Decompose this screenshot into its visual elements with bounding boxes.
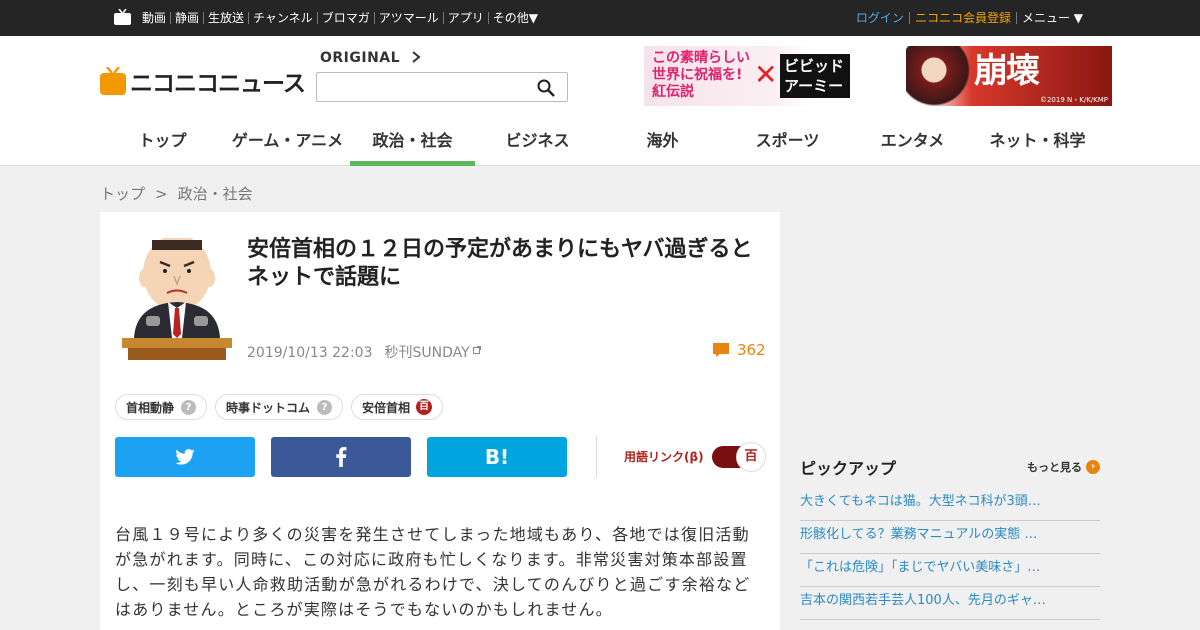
dic-icon: 百 xyxy=(416,399,433,415)
site-header: ニコニコニュース ORIGINAL この素晴らしい世界に祝福を!紅伝説 ✕ ビビ… xyxy=(0,36,1200,166)
nav-tab-politics-society[interactable]: 政治・社会 xyxy=(350,126,475,166)
ad-banner[interactable]: この素晴らしい世界に祝福を!紅伝説 ✕ ビビッドアーミー 崩壊 ©2019 N・… xyxy=(644,46,1112,106)
arrow-right-icon: › xyxy=(1086,460,1100,474)
tag-label: 安倍首相 xyxy=(362,400,411,415)
service-link-seiga[interactable]: 静画 xyxy=(170,12,203,24)
top-bar: 動画 静画 生放送 チャンネル ブロマガ アツマール アプリ その他▼ ログイン… xyxy=(0,0,1200,36)
tag-list: 首相動静? 時事ドットコム? 安倍首相百 xyxy=(115,394,451,420)
twitter-share-button[interactable] xyxy=(115,437,255,477)
article-body: 台風１９号により多くの災害を発生させてしまった地域もあり、各地では復旧活動が急が… xyxy=(115,525,751,619)
nav-tab-game-anime[interactable]: ゲーム・アニメ xyxy=(225,126,350,166)
comment-count: 362 xyxy=(737,341,766,359)
question-icon: ? xyxy=(181,399,197,415)
article-thumbnail-image[interactable] xyxy=(122,238,232,360)
dic-icon: 百 xyxy=(736,442,766,472)
pickup-more-link[interactable]: もっと見る › xyxy=(1027,459,1100,475)
hatena-icon: B! xyxy=(484,445,510,469)
nav-tab-overseas[interactable]: 海外 xyxy=(600,126,725,166)
article-title: 安倍首相の１２日の予定があまりにもヤバ過ぎるとネットで話題に xyxy=(247,237,753,290)
search-input[interactable] xyxy=(317,73,527,101)
service-link-other[interactable]: その他▼ xyxy=(487,12,542,24)
nav-tab-net-science[interactable]: ネット・科学 xyxy=(975,126,1100,166)
hatena-bookmark-button[interactable]: B! xyxy=(427,437,567,477)
question-icon: ? xyxy=(317,399,333,415)
register-link[interactable]: ニコニコ会員登録 xyxy=(908,12,1016,24)
article-source-link[interactable]: 秒刊SUNDAY xyxy=(385,345,481,361)
article-source: 秒刊SUNDAY xyxy=(384,345,470,361)
service-link-channel[interactable]: チャンネル xyxy=(248,12,317,24)
breadcrumb-home[interactable]: トップ xyxy=(100,185,145,203)
breadcrumb: トップ > 政治・社会 xyxy=(100,183,253,204)
original-link[interactable]: ORIGINAL xyxy=(320,50,422,66)
external-link-icon xyxy=(472,346,481,354)
pickup-item[interactable]: 吉本の関西若手芸人100人、先月のギャ… xyxy=(800,587,1100,620)
breadcrumb-current[interactable]: 政治・社会 xyxy=(178,185,253,203)
term-link-label: 用語リンク(β) xyxy=(624,450,704,464)
tag-chip[interactable]: 安倍首相百 xyxy=(351,394,444,420)
site-logo[interactable]: ニコニコニュース xyxy=(100,64,306,98)
banner-left-text: この素晴らしい世界に祝福を!紅伝説 xyxy=(652,50,750,100)
banner-character-image xyxy=(906,46,976,106)
nav-tab-entame[interactable]: エンタメ xyxy=(850,126,975,166)
account-links: ログイン ニコニコ会員登録 メニュー ▼ xyxy=(851,0,1088,36)
more-label: もっと見る xyxy=(1027,461,1082,474)
pickup-item[interactable]: 形骸化してる？業務マニュアルの実態 … xyxy=(800,521,1100,554)
article-card: 安倍首相の１２日の予定があまりにもヤバ過ぎるとネットで話題に 2019/10/1… xyxy=(100,212,780,630)
banner-cross: ✕ xyxy=(754,58,778,91)
service-link-atsumaru[interactable]: アツマール xyxy=(373,12,443,24)
login-link[interactable]: ログイン xyxy=(851,12,909,24)
article-date: 2019/10/13 22:03 xyxy=(247,345,373,361)
menu-dropdown[interactable]: メニュー ▼ xyxy=(1015,12,1088,24)
tag-label: 首相動静 xyxy=(126,400,175,415)
facebook-icon xyxy=(336,447,347,467)
nav-tab-business[interactable]: ビジネス xyxy=(475,126,600,166)
comment-icon xyxy=(713,343,729,357)
pickup-item[interactable]: 大きくてもネコは猫。大型ネコ科が3頭… xyxy=(800,488,1100,521)
comment-count-link[interactable]: 362 xyxy=(713,341,766,359)
breadcrumb-separator: > xyxy=(155,185,168,203)
search-icon[interactable] xyxy=(537,79,555,97)
chevron-right-icon xyxy=(412,51,422,63)
banner-copyright: ©2019 N・K/K/KMP xyxy=(1039,96,1108,104)
service-link-app[interactable]: アプリ xyxy=(442,12,488,24)
tag-chip[interactable]: 首相動静? xyxy=(115,394,208,420)
service-link-live[interactable]: 生放送 xyxy=(203,12,248,24)
nav-tab-top[interactable]: トップ xyxy=(100,126,225,166)
search-box xyxy=(316,72,568,102)
service-links: 動画 静画 生放送 チャンネル ブロマガ アツマール アプリ その他▼ xyxy=(138,0,542,36)
pickup-item[interactable]: 「これは危険」「まじでヤバい美味さ」… xyxy=(800,554,1100,587)
tag-chip[interactable]: 時事ドットコム? xyxy=(215,394,344,420)
tag-label: 時事ドットコム xyxy=(226,400,311,415)
service-link-video[interactable]: 動画 xyxy=(138,12,170,24)
banner-right-text: 崩壊 xyxy=(974,51,1040,91)
nav-tab-sports[interactable]: スポーツ xyxy=(725,126,850,166)
pickup-title: ピックアップ xyxy=(800,459,897,478)
logo-text: ニコニコニュース xyxy=(130,71,306,97)
share-divider xyxy=(596,436,597,478)
logo-tv-icon xyxy=(100,67,126,95)
niconico-tv-icon[interactable] xyxy=(114,9,131,25)
pickup-section: ピックアップ もっと見る › 大きくてもネコは猫。大型ネコ科が3頭… 形骸化してる… xyxy=(800,456,1100,620)
pickup-header: ピックアップ もっと見る › xyxy=(800,456,1100,478)
facebook-share-button[interactable] xyxy=(271,437,411,477)
term-link-toggle[interactable]: 百 xyxy=(712,442,766,472)
service-link-blomaga[interactable]: ブロマガ xyxy=(316,12,374,24)
article-meta: 2019/10/13 22:03 秒刊SUNDAY xyxy=(247,342,481,362)
category-nav: トップ ゲーム・アニメ 政治・社会 ビジネス 海外 スポーツ エンタメ ネット・… xyxy=(100,126,1100,166)
original-label: ORIGINAL xyxy=(320,50,401,66)
twitter-icon xyxy=(175,449,195,465)
pickup-list: 大きくてもネコは猫。大型ネコ科が3頭… 形骸化してる？業務マニュアルの実態 … … xyxy=(800,488,1100,620)
banner-middle-text: ビビッドアーミー xyxy=(780,54,850,98)
